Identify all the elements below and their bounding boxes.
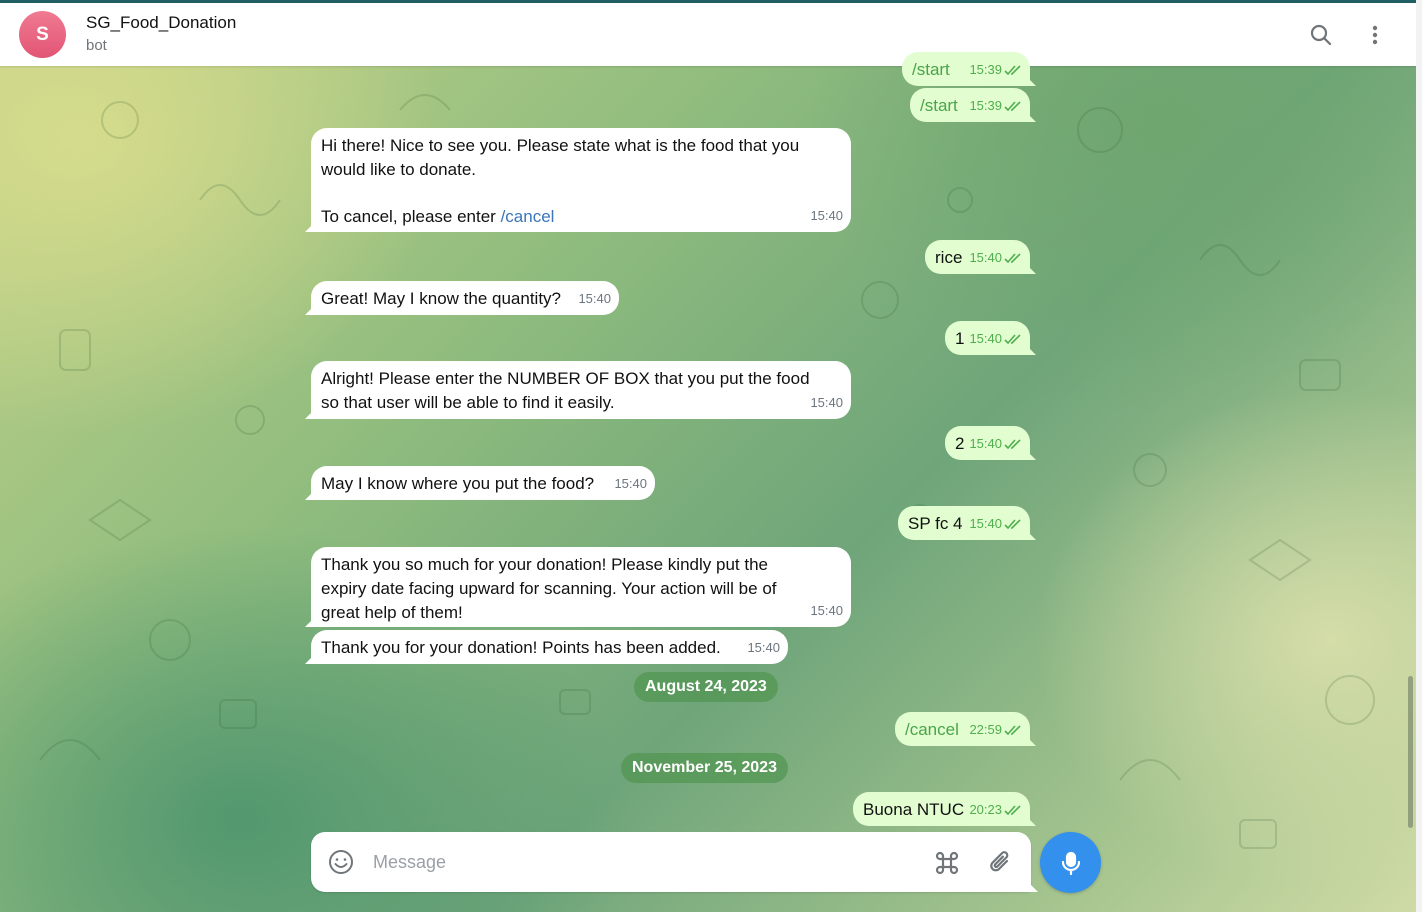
message-text: Buona NTUC (863, 800, 965, 819)
cancel-command-link[interactable]: /cancel (501, 207, 555, 226)
double-check-icon (1004, 438, 1021, 449)
message-time: 15:40 (810, 603, 843, 618)
message-outgoing: rice 15:40 (925, 240, 1030, 274)
message-text: SP fc 4 (908, 514, 963, 533)
message-incoming: May I know where you put the food? 15:40 (311, 466, 655, 500)
message-meta: 15:40 (810, 204, 843, 228)
double-check-icon (1004, 64, 1021, 75)
message-meta: 22:59 (969, 718, 1022, 742)
message-text: May I know where you put the food? (321, 474, 595, 493)
record-voice-button[interactable] (1040, 832, 1101, 893)
message-text: Great! May I know the quantity? (321, 289, 562, 308)
command-icon (935, 851, 959, 875)
message-meta: 20:23 (969, 798, 1022, 822)
message-line: great help of them! (321, 603, 463, 622)
message-line: Alright! Please enter the NUMBER OF BOX … (321, 369, 810, 388)
message-meta: 15:40 (578, 287, 611, 311)
double-check-icon (1004, 804, 1021, 815)
message-line: so that user will be able to find it eas… (321, 393, 615, 412)
emoji-icon (329, 850, 353, 874)
message-line: would like to donate. (321, 160, 476, 179)
message-time: 15:40 (747, 640, 780, 655)
date-separator: November 25, 2023 (621, 753, 788, 783)
message-time: 15:40 (969, 250, 1002, 265)
message-meta: 15:40 (969, 512, 1022, 536)
message-meta: 15:39 (969, 94, 1022, 118)
bot-commands-button[interactable] (932, 848, 962, 878)
message-incoming: Thank you for your donation! Points has … (311, 630, 788, 664)
double-check-icon (1004, 333, 1021, 344)
message-meta: 15:40 (969, 432, 1022, 456)
date-separator: August 24, 2023 (634, 672, 778, 702)
message-line: expiry date facing upward for scanning. … (321, 579, 777, 598)
message-outgoing: Buona NTUC 20:23 (853, 792, 1030, 826)
message-incoming: Great! May I know the quantity? 15:40 (311, 281, 619, 315)
message-time: 15:40 (969, 516, 1002, 531)
double-check-icon (1004, 518, 1021, 529)
message-outgoing: 1 15:40 (945, 321, 1030, 355)
emoji-button[interactable] (327, 848, 355, 876)
double-check-icon (1004, 100, 1021, 111)
message-time: 20:23 (969, 802, 1002, 817)
message-outgoing: SP fc 4 15:40 (898, 506, 1030, 540)
message-line: Thank you so much for your donation! Ple… (321, 555, 768, 574)
message-time: 15:40 (614, 476, 647, 491)
message-time: 15:40 (969, 436, 1002, 451)
message-meta: 15:40 (969, 246, 1022, 270)
message-time: 15:40 (969, 331, 1002, 346)
message-text[interactable]: /cancel (905, 720, 959, 739)
paperclip-icon (990, 851, 1009, 872)
message-text: 1 (955, 329, 965, 348)
double-check-icon (1004, 724, 1021, 735)
message-time: 15:40 (810, 208, 843, 223)
message-outgoing[interactable]: /cancel 22:59 (895, 712, 1030, 746)
microphone-icon (1061, 851, 1080, 875)
message-time: 15:40 (578, 291, 611, 306)
message-text: To cancel, please enter (321, 207, 501, 226)
message-incoming: Alright! Please enter the NUMBER OF BOX … (311, 361, 851, 419)
message-incoming: Hi there! Nice to see you. Please state … (311, 128, 851, 232)
message-meta: 15:40 (969, 327, 1022, 351)
telegram-chat-window: S SG_Food_Donation bot /start 15:39 /sta… (0, 0, 1422, 912)
message-meta: 15:40 (810, 391, 843, 415)
scrollbar-track[interactable] (1416, 0, 1422, 912)
double-check-icon (1004, 252, 1021, 263)
message-line: Hi there! Nice to see you. Please state … (321, 136, 800, 155)
message-text: Thank you for your donation! Points has … (321, 638, 721, 657)
message-time: 15:39 (969, 98, 1002, 113)
message-text: 2 (955, 434, 965, 453)
message-text: rice (935, 248, 963, 267)
message-time: 22:59 (969, 722, 1002, 737)
message-time: 15:40 (810, 395, 843, 410)
message-line: To cancel, please enter /cancel (321, 205, 841, 229)
message-composer (311, 832, 1031, 892)
message-meta: 15:40 (614, 472, 647, 496)
message-incoming: Thank you so much for your donation! Ple… (311, 547, 851, 627)
message-meta: 15:40 (747, 636, 780, 660)
message-outgoing: 2 15:40 (945, 426, 1030, 460)
message-meta: 15:40 (810, 599, 843, 623)
message-input[interactable] (373, 847, 913, 877)
scrollbar-thumb[interactable] (1408, 676, 1413, 828)
attach-button[interactable] (987, 848, 1015, 876)
message-text[interactable]: /start (920, 96, 958, 115)
message-outgoing[interactable]: /start 15:39 (910, 88, 1030, 122)
